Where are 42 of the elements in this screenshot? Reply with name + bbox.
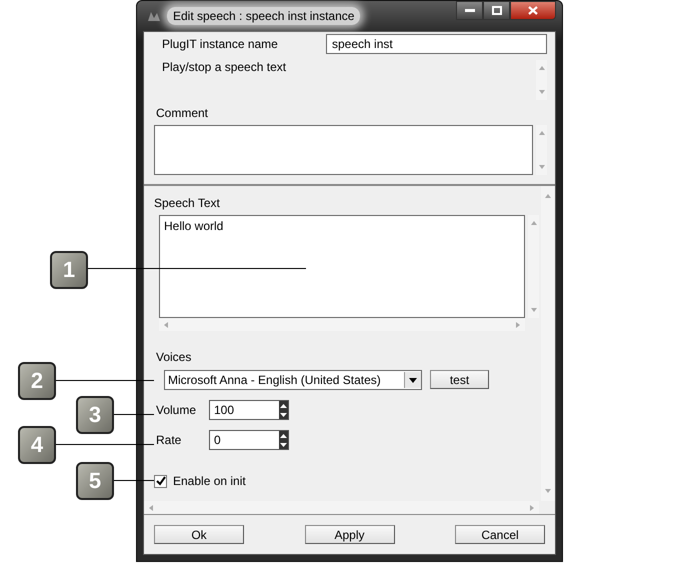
app-icon [147, 10, 161, 22]
callout-badge: 3 [76, 396, 114, 434]
checkbox[interactable] [154, 474, 167, 488]
vertical-scrollbar[interactable] [528, 215, 539, 318]
window-title: Edit speech : speech inst instance [167, 7, 360, 25]
test-button[interactable]: test [430, 370, 489, 389]
vertical-scrollbar[interactable] [536, 125, 547, 175]
dialog-button[interactable]: Apply [304, 525, 394, 544]
description-text: Play/stop a speech text [162, 60, 286, 76]
field-label: Rate [156, 433, 182, 447]
field-label: Voices [155, 350, 192, 364]
speech-text-field[interactable]: Hello world [159, 215, 525, 318]
callout-badge: 1 [50, 251, 88, 289]
maximize-icon [492, 6, 502, 15]
dialog-button[interactable]: Cancel [455, 525, 545, 544]
checkbox-label: Enable on init [173, 474, 246, 488]
leader-line [112, 414, 154, 415]
rate-spinner[interactable]: 0 [209, 430, 289, 450]
volume-spinner[interactable]: 100 [209, 400, 289, 420]
leader-line [112, 480, 154, 481]
minimize-button[interactable] [456, 1, 483, 20]
field-label: PlugIT instance name [162, 37, 278, 51]
dropdown-arrow-icon [409, 378, 417, 382]
close-button[interactable] [510, 1, 556, 20]
minimize-icon [464, 8, 474, 12]
field-label: Comment [155, 106, 210, 120]
dialog-button[interactable]: Ok [154, 525, 244, 544]
maximize-button[interactable] [483, 1, 510, 20]
close-icon [528, 6, 538, 15]
field-label: Speech Text [154, 196, 221, 210]
field-label: Volume [156, 403, 198, 417]
vertical-scrollbar[interactable] [541, 186, 555, 501]
voice-dropdown[interactable]: Microsoft Anna - English (United States) [164, 370, 422, 390]
callout-badge: 5 [76, 462, 114, 500]
instance-name-field[interactable]: speech inst [326, 34, 547, 54]
callout-badge: 2 [18, 362, 56, 400]
text-value: Hello world [164, 219, 224, 233]
vertical-scrollbar[interactable] [536, 60, 547, 100]
callout-badge: 4 [18, 426, 56, 464]
comment-field[interactable] [154, 125, 534, 175]
horizontal-scrollbar[interactable] [159, 318, 525, 331]
horizontal-scrollbar[interactable] [144, 501, 539, 514]
